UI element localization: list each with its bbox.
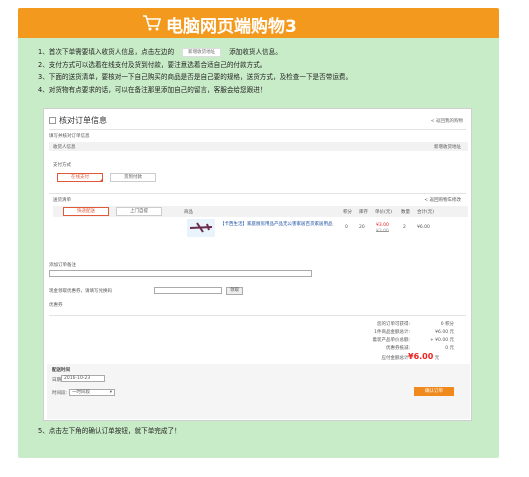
- divider: [49, 193, 466, 194]
- back-to-cart-link[interactable]: < 返回我的购物: [431, 118, 463, 124]
- instruction-step-2: 2、支付方式可以选着在线支付及货到付款，要注意选着合适自己的付款方式。: [38, 60, 267, 69]
- confirm-order-button[interactable]: 确认订单: [414, 387, 454, 396]
- delivery-label: 送货清单: [53, 198, 71, 203]
- receiver-bar: [49, 142, 468, 151]
- item-price: ¥3.00: [376, 223, 389, 228]
- banner: 电脑网页端购物3: [18, 8, 499, 38]
- order-screenshot: 核对订单信息 < 返回我的购物 填写并核对订单信息 收货人信息 新增收货地址 支…: [43, 108, 472, 421]
- order-icon: [49, 117, 56, 124]
- total-amount: ¥6.00 元: [408, 352, 439, 361]
- summary-label: 着装产品单价总额:: [372, 338, 410, 343]
- summary-value: + ¥0.00 元: [429, 338, 454, 343]
- summary-label: 1件商品金额总计:: [374, 330, 410, 335]
- add-address-chip: 新增收货地址: [182, 48, 222, 57]
- total-unit: 元: [434, 356, 440, 361]
- product-thumbnail[interactable]: [187, 219, 215, 237]
- discount-label: 优惠券: [49, 303, 63, 308]
- col-price: 单价(元): [375, 210, 393, 215]
- product-name-link[interactable]: 【卡西生活】家庭厨房用品产品无公害家居百货家居用品: [220, 222, 336, 228]
- pay-on-delivery-button[interactable]: 货到付款: [110, 173, 156, 182]
- item-points: 0: [345, 225, 348, 230]
- chevron-down-icon: ▾: [109, 390, 112, 395]
- step1-prefix: 1、首次下单需要填入收货人信息，点击左边的: [38, 48, 175, 56]
- total-value: ¥6.00: [408, 352, 434, 361]
- remark-label: 添加订单备注: [49, 263, 76, 268]
- instruction-step-1: 1、首次下单需要填入收货人信息，点击左边的 新增收货地址 添加收货人信息。: [38, 46, 352, 59]
- summary-value: 0 元: [445, 346, 454, 351]
- tutorial-panel: 电脑网页端购物3 1、首次下单需要填入收货人信息，点击左边的 新增收货地址 添加收货…: [18, 8, 499, 458]
- tab-pickup[interactable]: 上门自提: [116, 207, 162, 216]
- instructions: 1、首次下单需要填入收货人信息，点击左边的 新增收货地址 添加收货人信息。 2、支付…: [38, 46, 352, 96]
- payment-label: 支付方式: [53, 163, 71, 168]
- step1-suffix: 添加收货人信息。: [229, 48, 282, 56]
- instruction-step-5: 5、点击左下角的确认订单按钮，就下单完成了！: [38, 427, 181, 435]
- col-subtotal: 合计(元): [417, 210, 435, 215]
- time-select[interactable]: 一时间段 ▾: [69, 389, 115, 396]
- col-points: 积分: [343, 210, 352, 215]
- total-label: 应付金额总计:: [381, 356, 410, 361]
- summary-label: 您的订单可获得:: [376, 322, 410, 327]
- shipping-label: 配送时间: [52, 368, 70, 373]
- summary-label: 优惠券抵减:: [385, 346, 410, 351]
- divider: [49, 129, 466, 130]
- instruction-step-4: 4、对货物有点要求的话，可以在备注那里添加自己的留言，客服会给您跟进！: [38, 85, 267, 94]
- item-qty: 2: [403, 225, 406, 230]
- order-title: 核对订单信息: [59, 116, 107, 125]
- order-subtitle: 填写并核对订单信息: [49, 134, 90, 139]
- shopping-cart-icon: [143, 15, 162, 31]
- col-qty: 数量: [401, 210, 410, 215]
- time-select-value: 一时间段: [72, 390, 90, 395]
- add-address-link[interactable]: 新增收货地址: [434, 144, 461, 150]
- tab-express[interactable]: 快递配送: [63, 207, 109, 216]
- coupon-label: 现金领取优惠券，请填写兑换码: [49, 289, 112, 294]
- instruction-step-3: 3、下面的送货清单，要核对一下自己购买的商品是否是自己要的规格，送货方式，及检查…: [38, 73, 353, 81]
- remark-input[interactable]: [49, 270, 312, 277]
- modify-cart-link[interactable]: < 返回购物车修改: [424, 197, 461, 203]
- item-original-price: ¥3.00: [376, 229, 389, 234]
- time-label: 时间段:: [52, 391, 68, 396]
- col-stock: 库存: [359, 210, 368, 215]
- summary-value: ¥6.00 元: [435, 330, 454, 335]
- summary-value: 0 积分: [440, 322, 454, 327]
- item-stock: 20: [359, 225, 365, 230]
- col-product: 商品: [184, 210, 193, 215]
- claim-coupon-button[interactable]: 领取: [226, 287, 243, 295]
- divider: [49, 315, 466, 316]
- date-label: 日期: [52, 378, 61, 383]
- date-input[interactable]: 2016-10-23: [61, 375, 105, 382]
- pay-online-button[interactable]: 在线支付: [57, 173, 103, 182]
- coupon-code-input[interactable]: [154, 287, 222, 294]
- banner-title: 电脑网页端购物3: [166, 17, 297, 37]
- receiver-label: 收货人信息: [53, 145, 76, 150]
- item-subtotal: ¥6.00: [417, 225, 430, 230]
